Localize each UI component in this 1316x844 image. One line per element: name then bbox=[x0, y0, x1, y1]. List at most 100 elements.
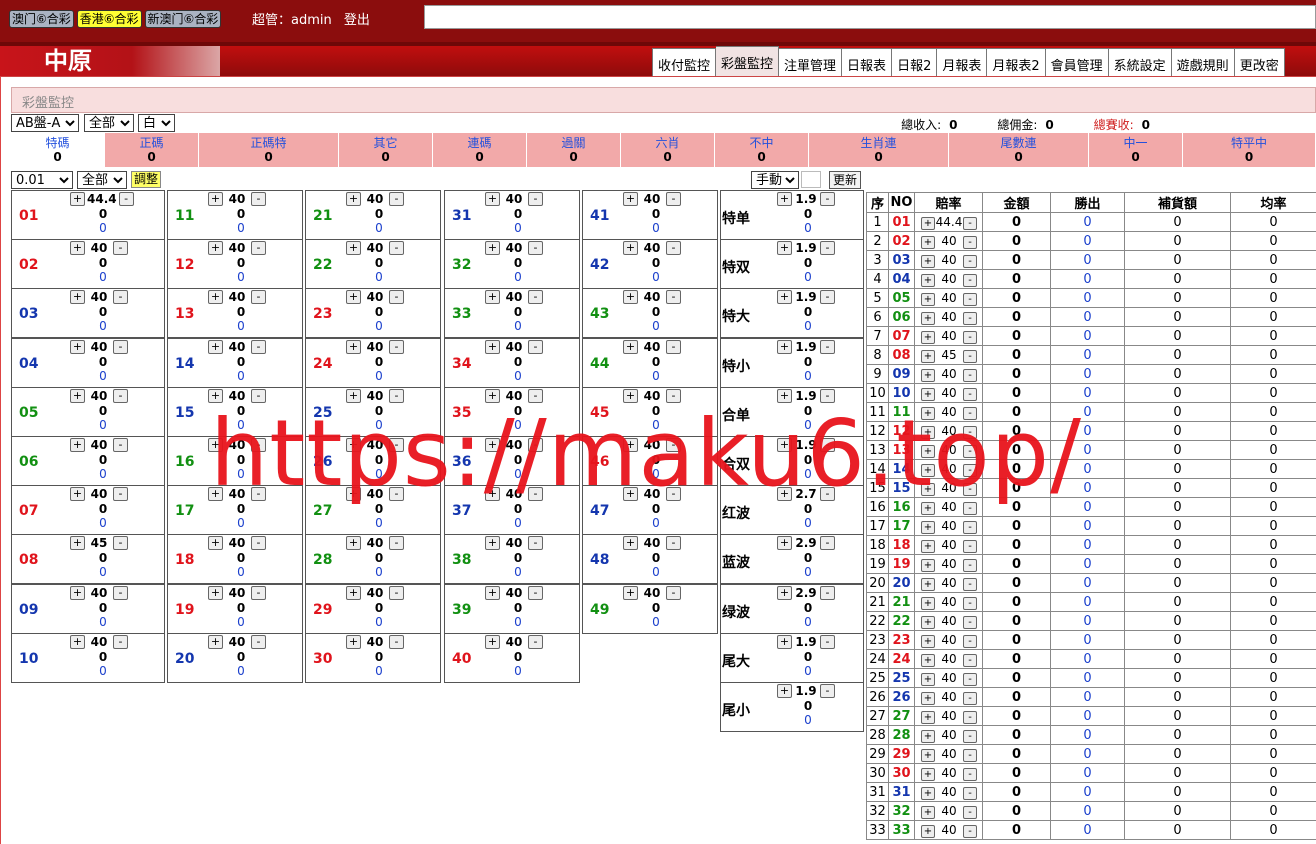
decrease-button[interactable]: - bbox=[389, 290, 404, 305]
decrease-button[interactable]: - bbox=[963, 406, 977, 420]
increase-button[interactable]: + bbox=[346, 585, 361, 600]
decrease-button[interactable]: - bbox=[820, 438, 835, 452]
category-tab[interactable]: 六肖 0 bbox=[621, 133, 715, 167]
increase-button[interactable]: + bbox=[623, 585, 638, 600]
increase-button[interactable]: + bbox=[777, 585, 792, 600]
category-tab[interactable]: 特平中 0 bbox=[1183, 133, 1316, 167]
increase-button[interactable]: + bbox=[623, 241, 638, 256]
increase-button[interactable]: + bbox=[485, 585, 500, 600]
increase-button[interactable]: + bbox=[208, 388, 223, 403]
increase-button[interactable]: + bbox=[346, 192, 361, 206]
decrease-button[interactable]: - bbox=[666, 241, 681, 256]
increase-button[interactable]: + bbox=[70, 192, 85, 206]
decrease-button[interactable]: - bbox=[118, 192, 134, 206]
increase-button[interactable]: + bbox=[921, 406, 935, 420]
category-tab[interactable]: 尾數連 0 bbox=[949, 133, 1089, 167]
decrease-button[interactable]: - bbox=[963, 729, 977, 743]
increase-button[interactable]: + bbox=[485, 192, 500, 206]
increase-button[interactable]: + bbox=[921, 330, 935, 344]
decrease-button[interactable]: - bbox=[820, 241, 835, 256]
adjust-scope-select[interactable]: 全部 bbox=[77, 171, 127, 189]
decrease-button[interactable]: - bbox=[251, 241, 266, 256]
decrease-button[interactable]: - bbox=[963, 330, 977, 344]
decrease-button[interactable]: - bbox=[963, 748, 977, 762]
lottery-tab[interactable]: 香港⑥合彩 bbox=[76, 10, 142, 28]
nav-tab[interactable]: 收付監控 bbox=[652, 48, 717, 76]
decrease-button[interactable]: - bbox=[963, 482, 977, 496]
pan-select[interactable]: AB盤-A bbox=[11, 114, 79, 132]
decrease-button[interactable]: - bbox=[251, 192, 266, 206]
decrease-button[interactable]: - bbox=[963, 710, 977, 724]
decrease-button[interactable]: - bbox=[963, 805, 977, 819]
increase-button[interactable]: + bbox=[485, 536, 500, 551]
increase-button[interactable]: + bbox=[623, 339, 638, 354]
decrease-button[interactable]: - bbox=[820, 339, 835, 354]
increase-button[interactable]: + bbox=[485, 438, 500, 452]
increase-button[interactable]: + bbox=[921, 653, 935, 667]
increase-button[interactable]: + bbox=[921, 824, 935, 838]
decrease-button[interactable]: - bbox=[251, 585, 266, 600]
increase-button[interactable]: + bbox=[921, 501, 935, 515]
lottery-tab[interactable]: 新澳门⑥合彩 bbox=[144, 10, 222, 28]
increase-button[interactable]: + bbox=[921, 311, 935, 325]
decrease-button[interactable]: - bbox=[528, 438, 543, 452]
logout-link[interactable]: 登出 bbox=[344, 13, 370, 28]
decrease-button[interactable]: - bbox=[963, 463, 977, 477]
decrease-button[interactable]: - bbox=[820, 487, 835, 502]
decrease-button[interactable]: - bbox=[963, 311, 977, 325]
decrease-button[interactable]: - bbox=[963, 444, 977, 458]
increase-button[interactable]: + bbox=[921, 634, 935, 648]
decrease-button[interactable]: - bbox=[528, 241, 543, 256]
increase-button[interactable]: + bbox=[485, 487, 500, 502]
increase-button[interactable]: + bbox=[70, 634, 85, 649]
decrease-button[interactable]: - bbox=[963, 520, 977, 534]
increase-button[interactable]: + bbox=[921, 463, 935, 477]
lottery-tab[interactable]: 澳门⑥合彩 bbox=[9, 10, 74, 28]
increase-button[interactable]: + bbox=[346, 339, 361, 354]
increase-button[interactable]: + bbox=[921, 444, 935, 458]
decrease-button[interactable]: - bbox=[251, 339, 266, 354]
increase-button[interactable]: + bbox=[70, 487, 85, 502]
increase-button[interactable]: + bbox=[623, 290, 638, 305]
increase-button[interactable]: + bbox=[346, 536, 361, 551]
decrease-button[interactable]: - bbox=[963, 292, 977, 306]
decrease-button[interactable]: - bbox=[113, 536, 128, 551]
decrease-button[interactable]: - bbox=[963, 558, 977, 572]
increase-button[interactable]: + bbox=[70, 438, 85, 452]
decrease-button[interactable]: - bbox=[963, 615, 977, 629]
decrease-button[interactable]: - bbox=[820, 192, 835, 206]
increase-button[interactable]: + bbox=[777, 634, 792, 649]
decrease-button[interactable]: - bbox=[528, 388, 543, 403]
decrease-button[interactable]: - bbox=[113, 438, 128, 452]
increase-button[interactable]: + bbox=[921, 254, 935, 268]
adjust-button[interactable]: 調整 bbox=[131, 171, 162, 188]
increase-button[interactable]: + bbox=[921, 672, 935, 686]
increase-button[interactable]: + bbox=[346, 290, 361, 305]
decrease-button[interactable]: - bbox=[963, 786, 977, 800]
increase-button[interactable]: + bbox=[921, 767, 935, 781]
scope-select[interactable]: 全部 bbox=[84, 114, 134, 132]
decrease-button[interactable]: - bbox=[389, 388, 404, 403]
increase-button[interactable]: + bbox=[921, 368, 935, 382]
decrease-button[interactable]: - bbox=[963, 273, 977, 287]
increase-button[interactable]: + bbox=[70, 388, 85, 403]
increase-button[interactable]: + bbox=[921, 216, 935, 230]
increase-button[interactable]: + bbox=[921, 729, 935, 743]
increase-button[interactable]: + bbox=[921, 558, 935, 572]
decrease-button[interactable]: - bbox=[389, 438, 404, 452]
category-tab[interactable]: 正碼特 0 bbox=[199, 133, 339, 167]
decrease-button[interactable]: - bbox=[528, 339, 543, 354]
increase-button[interactable]: + bbox=[921, 349, 935, 363]
decrease-button[interactable]: - bbox=[963, 539, 977, 553]
decrease-button[interactable]: - bbox=[389, 536, 404, 551]
decrease-button[interactable]: - bbox=[389, 339, 404, 354]
decrease-button[interactable]: - bbox=[251, 290, 266, 305]
increase-button[interactable]: + bbox=[346, 241, 361, 256]
increase-button[interactable]: + bbox=[346, 438, 361, 452]
refresh-button[interactable]: 更新 bbox=[829, 171, 862, 189]
manual-select[interactable]: 手動 bbox=[751, 171, 799, 189]
increase-button[interactable]: + bbox=[777, 684, 792, 698]
decrease-button[interactable]: - bbox=[820, 634, 835, 649]
nav-tab[interactable]: 月報表2 bbox=[987, 48, 1046, 76]
increase-button[interactable]: + bbox=[208, 339, 223, 354]
